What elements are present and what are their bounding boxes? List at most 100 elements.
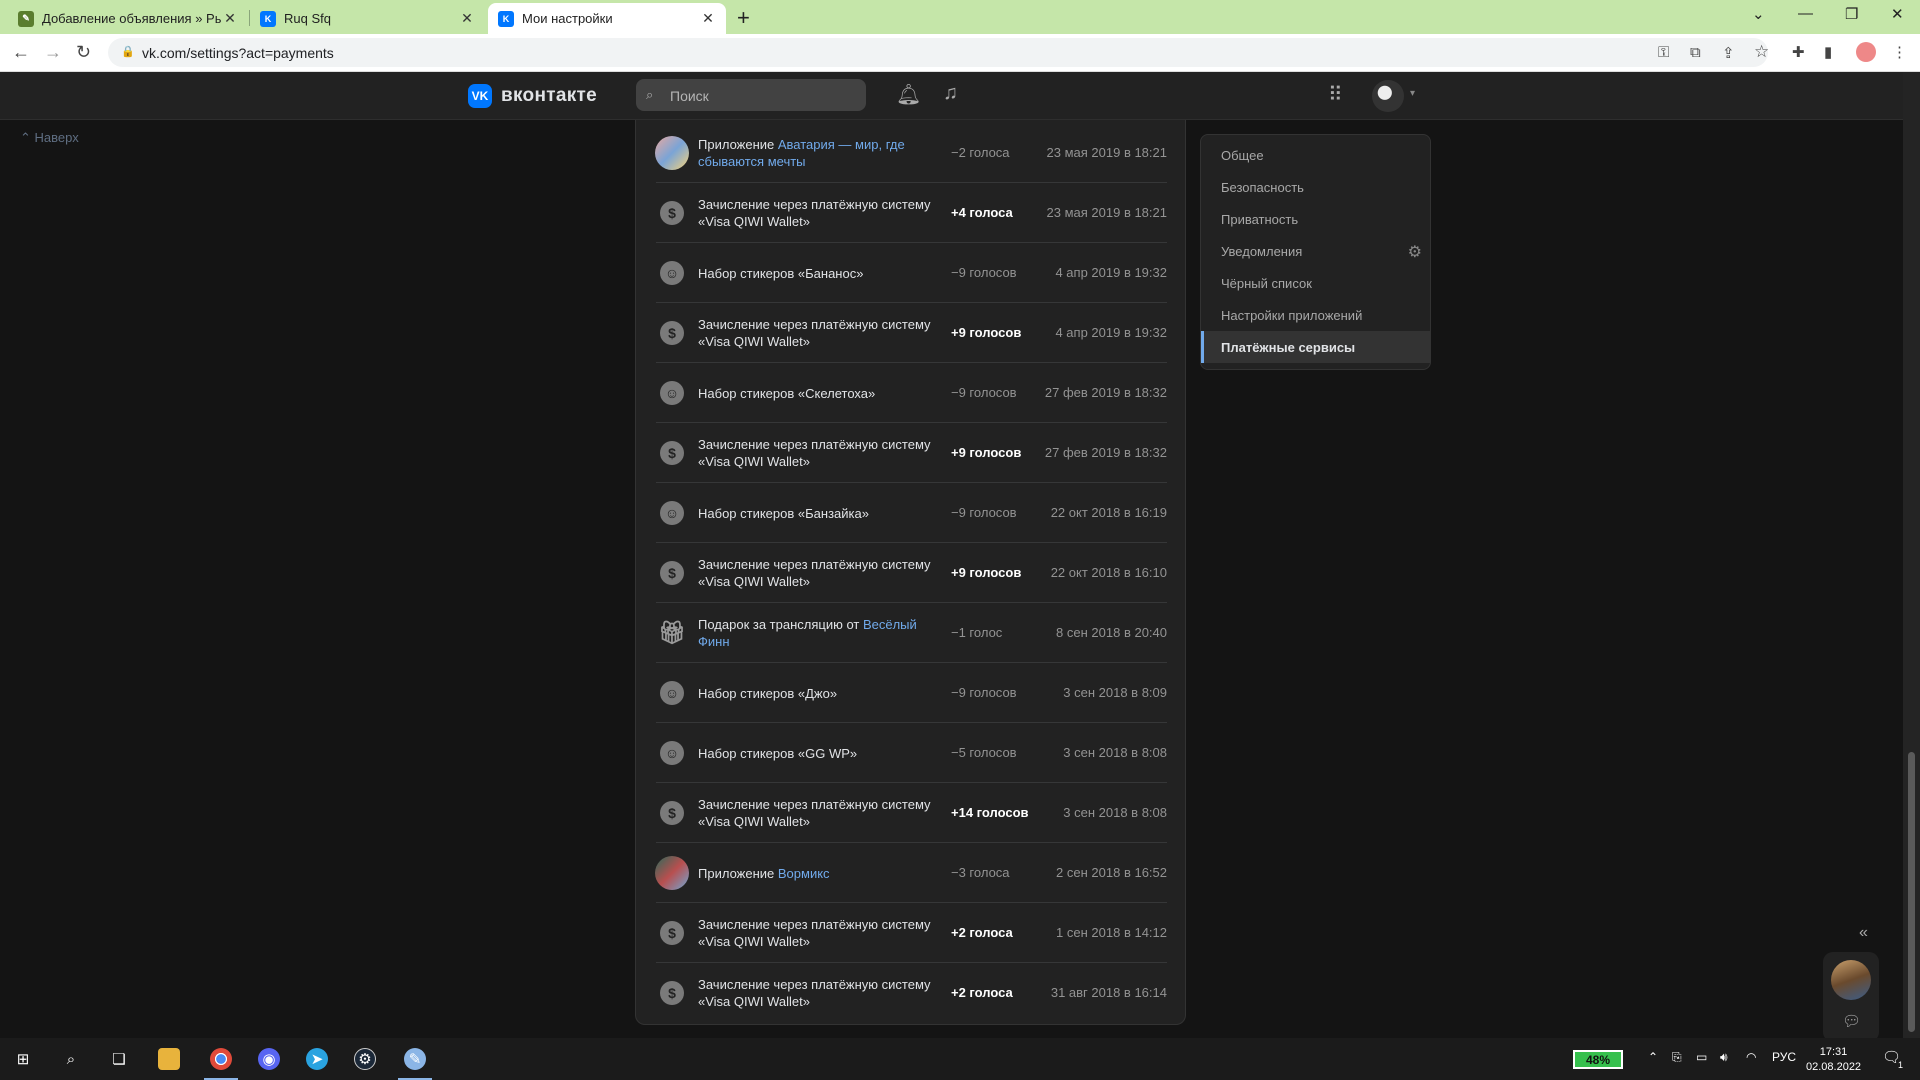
transaction-description: Зачисление через платёжную систему «Visa… [698,783,938,843]
table-row[interactable]: $ Зачисление через платёжную систему «Vi… [656,543,1167,603]
table-row[interactable]: ☺ Набор стикеров «Банзайка» −9 голосов 2… [656,483,1167,543]
chevron-double-left-icon[interactable]: « [1859,924,1868,942]
settings-item-security[interactable]: Безопасность [1201,171,1430,203]
app-link[interactable]: Вормикс [778,866,830,881]
settings-item-notifications[interactable]: Уведомления ⚙ [1201,235,1430,267]
address-bar[interactable]: 🔒 vk.com/settings?act=payments ⚿ ⧉ ⇪ ☆ [108,38,1769,67]
extensions-icon[interactable]: ✚ [1792,43,1805,61]
scroll-to-top-button[interactable]: ⌃ Наверх [20,130,79,146]
language-indicator[interactable]: РУС [1772,1050,1796,1064]
side-panel-icon[interactable]: ▮ [1824,43,1832,61]
forward-icon[interactable]: → [44,42,62,63]
telegram-icon[interactable]: ➤ [306,1048,328,1070]
settings-item-privacy[interactable]: Приватность [1201,203,1430,235]
table-row[interactable]: ☺ Набор стикеров «Скелетоха» −9 голосов … [656,363,1167,423]
paint-app-icon[interactable]: ✎ [404,1048,426,1070]
new-tab-button[interactable]: + [737,5,750,31]
transaction-text: Набор стикеров «Банзайка» [698,505,869,521]
transaction-amount: −1 голос [951,625,1003,640]
minimize-icon[interactable]: — [1798,5,1813,22]
profile-avatar-icon[interactable] [1856,42,1876,62]
bookmark-star-icon[interactable]: ☆ [1754,42,1769,62]
address-text[interactable]: vk.com/settings?act=payments [142,45,334,61]
gear-icon[interactable]: ⚙ [1408,242,1422,262]
bell-icon[interactable]: 🔔︎ [896,82,921,107]
transaction-amount: −3 голоса [951,865,1010,880]
discord-icon[interactable]: ◉ [258,1048,280,1070]
chat-contact-avatar[interactable] [1831,960,1871,1000]
settings-item-label: Безопасность [1221,179,1304,195]
restore-icon[interactable]: ❐ [1845,5,1858,23]
translate-icon[interactable]: ⧉ [1690,44,1701,61]
settings-item-app-settings[interactable]: Настройки приложений [1201,299,1430,331]
table-row[interactable]: $ Зачисление через платёжную систему «Vi… [656,963,1167,1023]
task-view-icon[interactable]: ❏ [108,1048,130,1070]
share-icon[interactable]: ⇪ [1722,44,1735,62]
vk-logo-icon[interactable]: VK [468,84,492,108]
transaction-description: Зачисление через платёжную систему «Visa… [698,423,938,483]
file-explorer-icon[interactable] [158,1048,180,1070]
chat-bubble-icon[interactable]: 💬︎ [1842,1012,1861,1030]
tab-search-icon[interactable]: ⌄ [1752,5,1765,23]
search-input[interactable]: ⌕ Поиск [636,79,866,111]
transaction-date: 4 апр 2019 в 19:32 [1055,265,1167,280]
wifi-icon[interactable]: ◠ [1746,1050,1756,1064]
menu-kebab-icon[interactable]: ⋮ [1892,43,1907,61]
close-icon[interactable]: ✕ [700,10,716,27]
back-icon[interactable]: ← [12,42,30,63]
tray-chevron-up-icon[interactable]: ⌃ [1648,1050,1658,1064]
user-avatar[interactable] [1372,80,1404,112]
tab-2[interactable]: K Мои настройки ✕ [488,3,726,34]
vk-header: VK вконтакте ⌕ Поиск 🔔︎ ♫ ⠿ ▾ [0,72,1920,120]
page-scrollbar[interactable] [1903,72,1920,1038]
search-icon[interactable]: ⌕ [60,1048,82,1070]
transaction-date: 22 окт 2018 в 16:19 [1050,505,1167,520]
settings-item-label: Приватность [1221,211,1299,227]
table-row[interactable]: $ Зачисление через платёжную систему «Vi… [656,183,1167,243]
volume-icon[interactable]: 🔊︎ [1720,1050,1728,1065]
table-row[interactable]: Приложение Аватария — мир, где сбываются… [655,123,1167,183]
close-window-icon[interactable]: ✕ [1891,5,1904,23]
tab-1[interactable]: K Ruq Sfq ✕ [250,3,485,34]
transaction-amount: +2 голоса [951,925,1013,940]
dollar-icon: $ [660,801,684,825]
table-row[interactable]: ☺ Набор стикеров «GG WP» −5 голосов 3 се… [656,723,1167,783]
settings-item-blacklist[interactable]: Чёрный список [1201,267,1430,299]
settings-item-general[interactable]: Общее [1201,139,1430,171]
key-icon[interactable]: ⚿ [1658,44,1669,61]
music-icon[interactable]: ♫ [943,82,958,105]
table-row[interactable]: $ Зачисление через платёжную систему «Vi… [656,783,1167,843]
table-row[interactable]: ☺ Набор стикеров «Джо» −9 голосов 3 сен … [656,663,1167,723]
vk-logo-text[interactable]: вконтакте [501,85,597,107]
transaction-description: Зачисление через платёжную систему «Visa… [698,963,938,1023]
transaction-text: Зачисление через платёжную систему «Visa… [698,317,931,349]
smile-icon: ☺ [660,741,684,765]
tab-0[interactable]: ✎ Добавление объявления » Рын ✕ [8,3,248,34]
scrollbar-thumb[interactable] [1908,752,1915,1032]
chevron-down-icon[interactable]: ▾ [1410,88,1415,99]
tray-battery-icon[interactable]: ▭ [1696,1050,1707,1064]
tray-device-icon[interactable]: ⎘ [1672,1050,1682,1065]
lock-icon[interactable]: 🔒 [121,45,135,58]
transaction-text: Подарок за трансляцию от [698,617,863,632]
windows-start-icon[interactable]: ⊞ [12,1048,34,1070]
reload-icon[interactable]: ↻ [76,42,91,63]
close-icon[interactable]: ✕ [222,10,238,27]
table-row[interactable]: $ Зачисление через платёжную систему «Vi… [656,423,1167,483]
table-row[interactable]: ☺ Набор стикеров «Бананос» −9 голосов 4 … [656,243,1167,303]
apps-grid-icon[interactable]: ⠿ [1328,82,1343,107]
table-row[interactable]: 🎁︎ Подарок за трансляцию от Весёлый Финн… [656,603,1167,663]
close-icon[interactable]: ✕ [459,10,475,27]
chrome-icon[interactable] [210,1048,232,1070]
transaction-date: 31 авг 2018 в 16:14 [1050,985,1167,1000]
transaction-text: Зачисление через платёжную систему «Visa… [698,557,931,589]
transaction-amount: +2 голоса [951,985,1013,1000]
transaction-description: Зачисление через платёжную систему «Visa… [698,303,938,363]
table-row[interactable]: $ Зачисление через платёжную систему «Vi… [656,903,1167,963]
table-row[interactable]: $ Зачисление через платёжную систему «Vi… [656,303,1167,363]
system-clock[interactable]: 17:31 02.08.2022 [1806,1045,1861,1075]
steam-icon[interactable]: ⚙ [354,1048,376,1070]
battery-indicator[interactable]: 48% [1573,1050,1623,1069]
table-row[interactable]: Приложение Вормикс −3 голоса 2 сен 2018 … [655,843,1167,903]
settings-item-payments[interactable]: Платёжные сервисы [1201,331,1430,363]
